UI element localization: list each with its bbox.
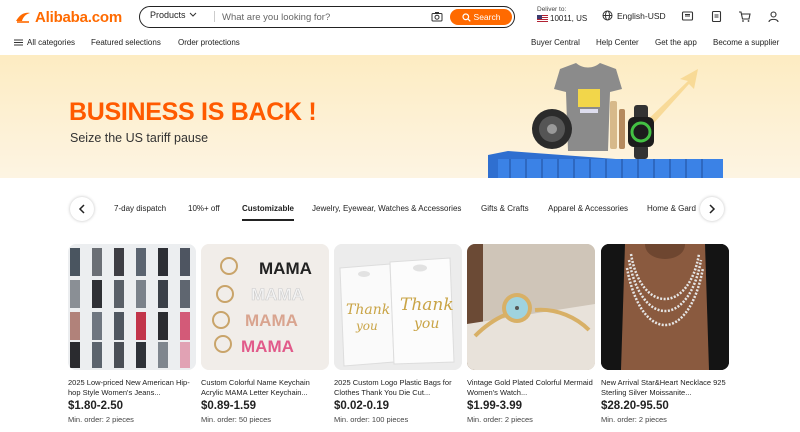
keychain-word-2: MAMA	[251, 285, 304, 304]
product-card[interactable]: MAMA MAMA MAMA MAMA Custom Colorful Name…	[201, 244, 329, 424]
help-center-link[interactable]: Help Center	[596, 38, 639, 47]
all-categories-label: All categories	[27, 38, 76, 47]
search-button[interactable]: Search	[450, 9, 512, 25]
order-protections-link[interactable]: Order protections	[178, 38, 240, 47]
search-bar: Products Search	[139, 6, 515, 28]
product-min-order: Min. order: 2 pieces	[601, 415, 667, 424]
deliver-label: Deliver to:	[537, 6, 567, 13]
banner-illustration	[488, 63, 723, 178]
header: Alibaba.com Products Search Deliver to: …	[0, 0, 800, 34]
bag-text-3: Thank	[400, 295, 454, 315]
bag-text-4: you	[413, 316, 439, 332]
tab-jewelry[interactable]: Jewelry, Eyewear, Watches & Accessories	[312, 204, 461, 213]
camera-icon[interactable]	[431, 11, 443, 22]
featured-selections-link[interactable]: Featured selections	[91, 38, 161, 47]
banner-title: BUSINESS IS BACK !	[69, 98, 317, 126]
keychain-word-4: MAMA	[241, 337, 294, 356]
product-card[interactable]: 2025 Low-priced New American Hip-hop Sty…	[68, 244, 196, 424]
bag-text-2: you	[355, 319, 378, 333]
watch-image	[467, 244, 595, 370]
product-min-order: Min. order: 2 pieces	[68, 415, 134, 424]
chevron-right-icon	[709, 204, 716, 214]
search-category-select[interactable]: Products	[150, 10, 197, 20]
search-input[interactable]	[222, 9, 422, 25]
tabs-next-button[interactable]	[700, 197, 724, 221]
search-category-label: Products	[150, 10, 186, 20]
active-tab-underline	[242, 219, 294, 221]
product-card[interactable]: New Arrival Star&Heart Necklace 925 Ster…	[601, 244, 729, 424]
message-icon[interactable]	[681, 10, 694, 23]
tabs-prev-button[interactable]	[70, 197, 94, 221]
tab-apparel[interactable]: Apparel & Accessories	[548, 204, 628, 213]
product-card[interactable]: Thank you Thank you 2025 Custom Logo Pla…	[334, 244, 462, 424]
product-price: $1.80-2.50	[68, 400, 123, 412]
logo-text: Alibaba.com	[35, 8, 122, 26]
product-title[interactable]: New Arrival Star&Heart Necklace 925 Ster…	[601, 378, 729, 398]
become-supplier-link[interactable]: Become a supplier	[713, 38, 779, 47]
promo-banner[interactable]: BUSINESS IS BACK ! Seize the US tariff p…	[0, 55, 800, 178]
cart-icon[interactable]	[738, 10, 751, 23]
product-price: $0.89-1.59	[201, 400, 256, 412]
product-title[interactable]: 2025 Low-priced New American Hip-hop Sty…	[68, 378, 196, 398]
product-image-jeans[interactable]	[68, 244, 196, 370]
product-image-watch[interactable]	[467, 244, 595, 370]
product-price: $0.02-0.19	[334, 400, 389, 412]
tab-gifts-crafts[interactable]: Gifts & Crafts	[481, 204, 529, 213]
alibaba-logo[interactable]: Alibaba.com	[14, 8, 122, 26]
jeans-grid-image	[70, 248, 190, 368]
chevron-left-icon	[78, 204, 85, 214]
buyer-central-link[interactable]: Buyer Central	[531, 38, 580, 47]
tab-home-garden[interactable]: Home & Gard	[647, 204, 697, 213]
keychain-word-1: MAMA	[259, 259, 312, 278]
tab-10-off[interactable]: 10%+ off	[188, 204, 220, 213]
product-title[interactable]: Custom Colorful Name Keychain Acrylic MA…	[201, 378, 329, 398]
alibaba-logo-icon	[16, 12, 30, 23]
banner-subtitle: Seize the US tariff pause	[70, 131, 209, 145]
product-min-order: Min. order: 50 pieces	[201, 415, 272, 424]
keychain-image: MAMA MAMA MAMA MAMA	[201, 244, 329, 370]
product-price: $1.99-3.99	[467, 400, 522, 412]
deliver-zip: 10011, US	[550, 14, 588, 23]
necklace-image	[601, 244, 729, 370]
deliver-to[interactable]: Deliver to: 10011, US	[537, 6, 587, 23]
top-nav: All categories Featured selections Order…	[0, 34, 800, 54]
bags-image: Thank you Thank you	[334, 244, 462, 370]
product-min-order: Min. order: 2 pieces	[467, 415, 533, 424]
search-button-label: Search	[473, 12, 501, 22]
bag-text-1: Thank	[346, 302, 390, 318]
user-icon[interactable]	[767, 10, 780, 23]
tab-7-day-dispatch[interactable]: 7-day dispatch	[114, 204, 166, 213]
product-min-order: Min. order: 100 pieces	[334, 415, 409, 424]
globe-icon	[602, 10, 613, 21]
product-image-necklace[interactable]	[601, 244, 729, 370]
product-title[interactable]: 2025 Custom Logo Plastic Bags for Clothe…	[334, 378, 462, 398]
language-label: English-USD	[617, 10, 666, 21]
product-card[interactable]: Vintage Gold Plated Colorful Mermaid Wom…	[467, 244, 595, 424]
product-image-bags[interactable]: Thank you Thank you	[334, 244, 462, 370]
language-selector[interactable]: English-USD	[602, 10, 666, 21]
tab-customizable[interactable]: Customizable	[242, 204, 294, 213]
product-price: $28.20-95.50	[601, 400, 669, 412]
category-tabs: 7-day dispatch 10%+ off Customizable Jew…	[0, 194, 800, 228]
all-categories[interactable]: All categories	[14, 38, 75, 47]
us-flag-icon	[537, 15, 548, 22]
chevron-down-icon	[189, 12, 196, 17]
orders-icon[interactable]	[710, 10, 723, 23]
product-title[interactable]: Vintage Gold Plated Colorful Mermaid Wom…	[467, 378, 595, 398]
search-divider	[214, 11, 215, 22]
keychain-word-3: MAMA	[245, 311, 298, 330]
menu-icon	[14, 39, 23, 46]
product-image-keychain[interactable]: MAMA MAMA MAMA MAMA	[201, 244, 329, 370]
get-app-link[interactable]: Get the app	[655, 38, 697, 47]
search-icon	[461, 12, 471, 22]
